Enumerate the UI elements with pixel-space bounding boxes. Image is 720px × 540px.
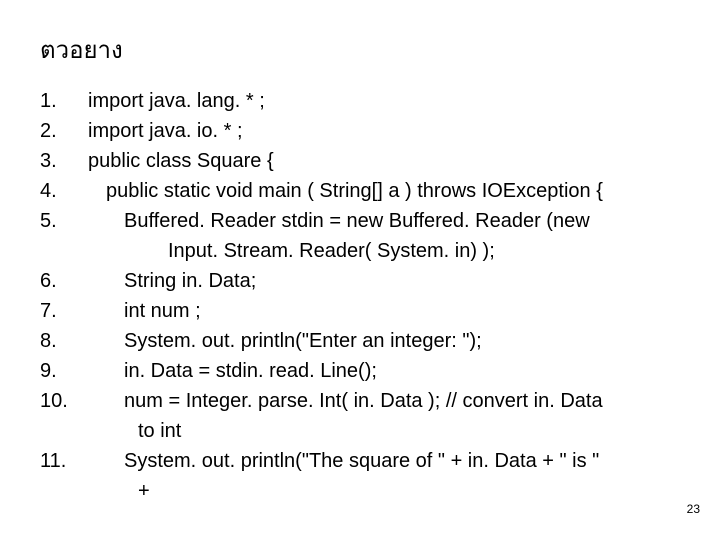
- line-text: import java. io. * ;: [78, 117, 690, 145]
- line-text: int num ;: [78, 297, 690, 325]
- code-line: 8. System. out. println("Enter an intege…: [40, 327, 690, 355]
- line-text: System. out. println("Enter an integer: …: [78, 327, 690, 355]
- code-line: 6. String in. Data;: [40, 267, 690, 295]
- line-number: 10.: [40, 387, 78, 415]
- line-number: 11.: [40, 447, 78, 475]
- code-line-wrap: Input. Stream. Reader( System. in) );: [40, 237, 690, 265]
- line-text: Buffered. Reader stdin = new Buffered. R…: [78, 207, 690, 235]
- line-text: num = Integer. parse. Int( in. Data ); /…: [78, 387, 690, 415]
- code-block: 1. import java. lang. * ; 2. import java…: [40, 87, 690, 505]
- code-line-wrap: +: [40, 477, 690, 505]
- line-number: 1.: [40, 87, 78, 115]
- code-line: 5. Buffered. Reader stdin = new Buffered…: [40, 207, 690, 235]
- line-number: 2.: [40, 117, 78, 145]
- line-text: System. out. println("The square of " + …: [78, 447, 690, 475]
- code-line: 2. import java. io. * ;: [40, 117, 690, 145]
- line-text: in. Data = stdin. read. Line();: [78, 357, 690, 385]
- line-text: public static void main ( String[] a ) t…: [78, 177, 690, 205]
- line-text: String in. Data;: [78, 267, 690, 295]
- line-number: 7.: [40, 297, 78, 325]
- code-line-wrap: to int: [40, 417, 690, 445]
- line-text: import java. lang. * ;: [78, 87, 690, 115]
- line-text: to int: [78, 417, 690, 445]
- code-line: 7. int num ;: [40, 297, 690, 325]
- slide-title: ตวอยาง: [40, 30, 690, 69]
- line-text: public class Square {: [78, 147, 690, 175]
- code-line: 9. in. Data = stdin. read. Line();: [40, 357, 690, 385]
- line-number: 9.: [40, 357, 78, 385]
- line-number: 3.: [40, 147, 78, 175]
- code-line: 1. import java. lang. * ;: [40, 87, 690, 115]
- line-number: 8.: [40, 327, 78, 355]
- page-number: 23: [687, 502, 700, 516]
- line-text: Input. Stream. Reader( System. in) );: [78, 237, 690, 265]
- line-text: +: [78, 477, 690, 505]
- line-number: 5.: [40, 207, 78, 235]
- line-number: 4.: [40, 177, 78, 205]
- code-line: 11. System. out. println("The square of …: [40, 447, 690, 475]
- code-line: 10. num = Integer. parse. Int( in. Data …: [40, 387, 690, 415]
- code-line: 4. public static void main ( String[] a …: [40, 177, 690, 205]
- code-line: 3. public class Square {: [40, 147, 690, 175]
- line-number: 6.: [40, 267, 78, 295]
- slide-content: ตวอยาง 1. import java. lang. * ; 2. impo…: [0, 0, 720, 505]
